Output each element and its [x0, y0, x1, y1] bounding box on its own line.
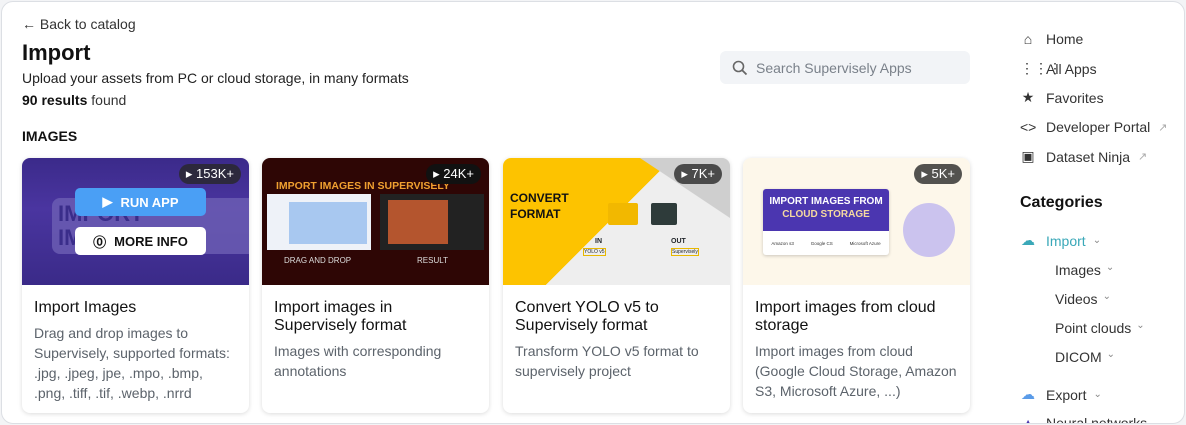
provider-label: Microsoft Azure: [849, 241, 881, 246]
runs-count: 5K+: [931, 166, 956, 181]
app-card-import-cloud[interactable]: IMPORT IMAGES FROM CLOUD STORAGE Amazon s…: [743, 158, 970, 413]
cloud-download-icon: ☁: [1021, 386, 1035, 402]
category-images[interactable]: Images ⌄: [1055, 262, 1114, 278]
results-suffix: found: [87, 92, 127, 108]
code-icon: <>: [1020, 119, 1037, 135]
nav-dataset-ninja[interactable]: ▣ Dataset Ninja ↗: [1020, 148, 1147, 165]
app-title: Import images in Supervisely format: [274, 299, 407, 334]
app-thumbnail: CONVERT FORMAT IN YOLO v5 OUT Supervisel…: [503, 158, 730, 285]
out-format: Supervisely: [671, 248, 699, 256]
search-icon: [732, 60, 748, 75]
chevron-down-icon: ⌄: [1106, 349, 1116, 360]
nav-home[interactable]: ⌂ Home: [1020, 31, 1084, 47]
section-title: IMAGES: [22, 128, 78, 144]
chevron-down-icon: ⌄: [1136, 320, 1145, 331]
external-link-icon: ↗: [1138, 151, 1148, 163]
runs-count: 24K+: [443, 166, 474, 181]
run-app-label: RUN APP: [120, 194, 179, 210]
category-label: Neural networks: [1046, 415, 1148, 424]
chevron-down-icon: ⌄: [1093, 389, 1102, 400]
app-title: Convert YOLO v5 to Supervisely format: [515, 299, 659, 334]
thumbnail-label: RESULT: [417, 256, 448, 265]
category-label: Images: [1055, 262, 1101, 278]
categories-title: Categories: [1020, 194, 1103, 211]
runs-badge: ▸ 24K+: [426, 164, 481, 184]
app-thumbnail: IMPORT IMAGES FROM CLOUD STORAGE Amazon s…: [743, 158, 970, 285]
chevron-down-icon: ⌄: [1105, 262, 1115, 273]
runs-count: 7K+: [691, 166, 716, 181]
runs-badge: ▸ 5K+: [914, 164, 962, 184]
results-number: 90 results: [22, 92, 88, 108]
nav-developer-portal[interactable]: <> Developer Portal ↗: [1020, 119, 1168, 135]
app-card-import-supervisely[interactable]: IMPORT IMAGES IN SUPERVISELY FORMAT DRAG…: [262, 158, 489, 413]
nav-label: Dataset Ninja: [1046, 148, 1131, 165]
app-description: Images with corresponding annotations: [274, 343, 442, 379]
category-label: Export: [1046, 386, 1087, 403]
category-label: DICOM: [1055, 349, 1102, 365]
search-input[interactable]: [756, 59, 956, 76]
category-neural-networks[interactable]: ▲ Neural networks: [1020, 415, 1148, 424]
page-subtitle: Upload your assets from PC or cloud stor…: [22, 70, 409, 86]
cloud-illustration: [903, 203, 955, 257]
nav-label: Developer Portal: [1046, 119, 1151, 135]
results-count: 90 results found: [22, 92, 126, 108]
chevron-down-icon: ⌄: [1092, 235, 1102, 246]
more-info-label: MORE INFO: [114, 233, 188, 249]
thumbnail-title: CLOUD STORAGE: [782, 209, 870, 220]
app-description: Import images from cloud (Google Cloud S…: [755, 343, 957, 399]
help-icon: ⓪: [93, 234, 107, 250]
nav-favorites[interactable]: ★ Favorites: [1020, 89, 1104, 106]
runs-count: 153K+: [196, 166, 234, 181]
grid-icon: ⋮⋮⋮: [1020, 60, 1062, 76]
external-link-icon: ↗: [1158, 121, 1168, 134]
app-card-convert-yolo[interactable]: CONVERT FORMAT IN YOLO v5 OUT Supervisel…: [503, 158, 730, 413]
category-label: Videos: [1055, 291, 1098, 307]
app-title: Import images from cloud storage: [755, 299, 936, 334]
category-point-clouds[interactable]: Point clouds ⌄: [1055, 320, 1145, 336]
app-title: Import Images: [34, 299, 137, 316]
archive-icon: ▣: [1021, 148, 1035, 164]
category-label: Import: [1046, 232, 1086, 249]
nav-label: All Apps: [1046, 60, 1097, 77]
chevron-down-icon: ⌄: [1102, 291, 1111, 302]
thumbnail-title: CONVERT FORMAT: [510, 191, 569, 221]
in-format: YOLO v5: [583, 248, 606, 256]
out-label: OUT: [671, 238, 686, 245]
search-box[interactable]: [720, 51, 970, 84]
star-icon: ★: [1021, 89, 1035, 105]
page-title: Import: [22, 40, 91, 65]
category-label: Point clouds: [1055, 320, 1132, 336]
more-info-button[interactable]: ⓪ MORE INFO: [75, 227, 206, 255]
cloud-upload-icon: ☁: [1021, 232, 1035, 248]
app-catalog: ← Back to catalog Import Upload your ass…: [1, 1, 1185, 424]
play-icon: ▶: [102, 194, 113, 209]
home-icon: ⌂: [1023, 31, 1033, 47]
runs-badge: ▸ 7K+: [674, 164, 722, 184]
nav-all-apps[interactable]: ⋮⋮⋮ All Apps: [1020, 60, 1097, 77]
runs-badge: ▸ 153K+: [178, 164, 241, 184]
app-thumbnail: IMPORT IMAGES IN SUPERVISELY FORMAT DRAG…: [262, 158, 489, 285]
category-import[interactable]: ☁ Import ⌄: [1020, 232, 1101, 249]
category-dicom[interactable]: DICOM ⌄: [1055, 349, 1115, 365]
category-videos[interactable]: Videos ⌄: [1055, 291, 1111, 307]
thumbnail-title: IMPORT IMAGES FROM: [769, 196, 883, 207]
thumbnail-label: DRAG AND DROP: [284, 256, 352, 265]
in-label: IN: [595, 238, 602, 245]
neural-icon: ▲: [1021, 415, 1035, 424]
nav-label: Home: [1046, 31, 1084, 47]
provider-label: Google CS: [810, 241, 833, 246]
run-app-button[interactable]: ▶ RUN APP: [75, 188, 206, 216]
app-card-import-images[interactable]: IMPORT IMAGES ▶RUN APP ⓪MORE INFO ▸ 153K…: [22, 158, 249, 413]
provider-label: Amazon s3: [771, 241, 794, 246]
nav-label: Favorites: [1046, 89, 1104, 106]
app-description: Transform YOLO v5 format to supervisely …: [515, 343, 699, 379]
app-thumbnail: IMPORT IMAGES ▶RUN APP ⓪MORE INFO ▸ 153K…: [22, 158, 249, 285]
app-description: Drag and drop images to Supervisely, sup…: [34, 325, 230, 401]
back-to-catalog-link[interactable]: ← Back to catalog: [22, 16, 136, 32]
category-export[interactable]: ☁ Export ⌄: [1020, 386, 1102, 403]
